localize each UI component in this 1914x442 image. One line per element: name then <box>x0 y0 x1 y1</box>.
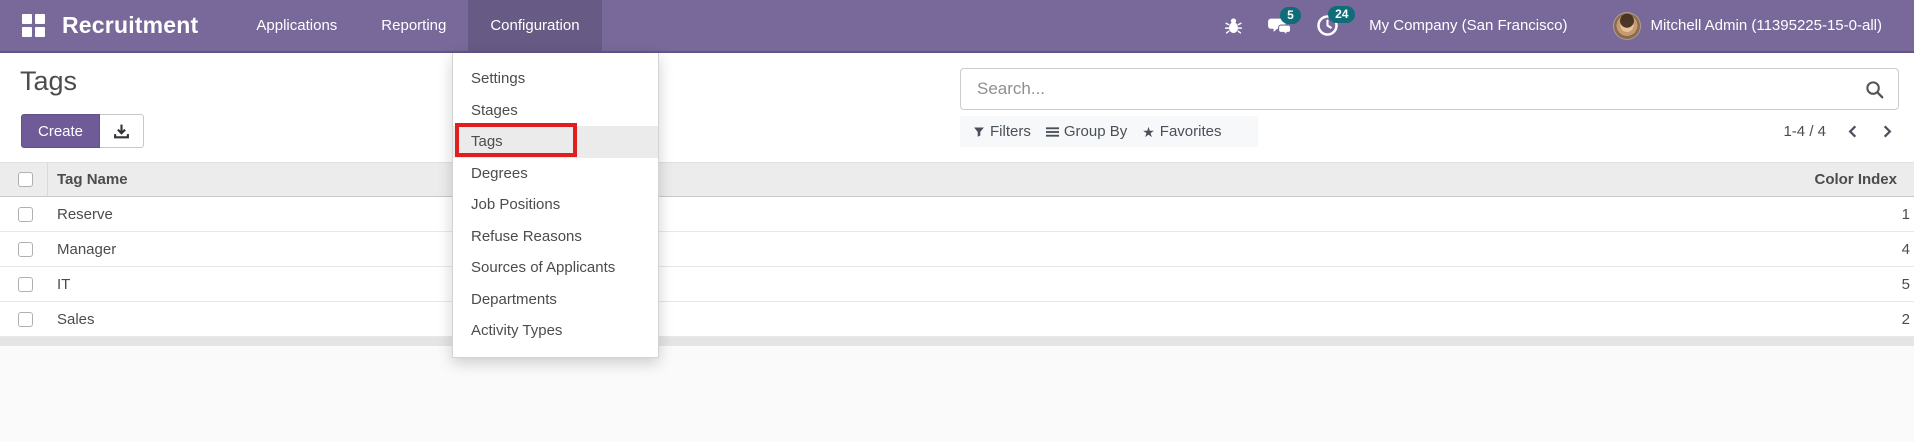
column-header-color-index[interactable]: Color Index <box>1814 171 1914 188</box>
menu-item-activity-types[interactable]: Activity Types <box>453 315 658 347</box>
menu-item-settings[interactable]: Settings <box>453 63 658 95</box>
company-switcher[interactable]: My Company (San Francisco) <box>1369 17 1567 34</box>
row-checkbox[interactable] <box>18 241 33 257</box>
menu-item-stages[interactable]: Stages <box>453 95 658 127</box>
top-navbar: Recruitment Applications Reporting Configu… <box>0 0 1914 53</box>
nav-item-reporting[interactable]: Reporting <box>359 0 468 51</box>
row-checkbox-cell <box>0 302 48 336</box>
list-end-strip <box>0 337 1914 346</box>
action-buttons: Create <box>21 114 145 148</box>
row-checkbox[interactable] <box>18 311 33 327</box>
user-menu[interactable]: Mitchell Admin (11395225-15-0-all) <box>1650 17 1882 34</box>
configuration-dropdown-menu: Settings Stages Tags Degrees Job Positions Re… <box>452 53 659 358</box>
select-all-checkbox[interactable] <box>18 172 33 187</box>
color-index-cell: 2 <box>1901 310 1910 328</box>
search-input[interactable] <box>975 78 1865 100</box>
list-header-row: Tag Name Color Index <box>0 162 1914 197</box>
messages-icon[interactable]: 5 <box>1268 6 1301 37</box>
tag-name-cell: Sales <box>57 310 95 328</box>
tag-name-cell: Manager <box>57 240 117 258</box>
systray: 5 24 My Company (San Francisco) Mitchell… <box>1199 0 1882 51</box>
row-checkbox-cell <box>0 232 48 266</box>
table-row-sales[interactable]: Sales 2 <box>0 302 1914 337</box>
pager-range: 1-4 / 4 <box>1783 123 1826 140</box>
nav-item-applications[interactable]: Applications <box>234 0 359 51</box>
menu-item-refuse-reasons[interactable]: Refuse Reasons <box>453 221 658 253</box>
table-row-manager[interactable]: Manager 4 <box>0 232 1914 267</box>
menu-item-sources-of-applicants[interactable]: Sources of Applicants <box>453 252 658 284</box>
color-index-cell: 4 <box>1901 240 1910 258</box>
row-checkbox[interactable] <box>18 276 33 292</box>
table-row-it[interactable]: IT 5 <box>0 267 1914 302</box>
pager-next-icon[interactable] <box>1879 122 1896 141</box>
export-button[interactable] <box>100 114 145 148</box>
favorites-button[interactable]: ★ Favorites <box>1142 123 1221 140</box>
navbar-menus: Applications Reporting Configuration <box>234 0 602 51</box>
color-index-cell: 5 <box>1901 275 1910 293</box>
page-background <box>0 346 1914 442</box>
header-checkbox-cell <box>0 163 48 196</box>
color-index-cell: 1 <box>1901 205 1910 223</box>
tag-name-cell: Reserve <box>57 205 113 223</box>
filter-funnel-icon <box>974 127 984 137</box>
filters-button[interactable]: Filters <box>973 123 1031 140</box>
messages-badge: 5 <box>1280 6 1301 24</box>
debug-bug-icon[interactable] <box>1223 15 1244 36</box>
tags-list-view: Tag Name Color Index Reserve 1 Manager 4 IT 5… <box>0 162 1914 337</box>
list-body: Reserve 1 Manager 4 IT 5 Sales 2 <box>0 197 1914 337</box>
tag-name-cell: IT <box>57 275 71 293</box>
search-icon[interactable] <box>1865 80 1884 99</box>
activity-badge: 24 <box>1328 6 1356 23</box>
create-button[interactable]: Create <box>21 114 101 148</box>
row-checkbox-cell <box>0 197 48 231</box>
menu-item-tags[interactable]: Tags <box>453 126 658 158</box>
search-bar <box>960 68 1899 110</box>
group-by-icon <box>1045 126 1059 137</box>
group-by-button[interactable]: Group By <box>1045 123 1127 140</box>
nav-item-configuration[interactable]: Configuration <box>468 0 602 51</box>
row-checkbox[interactable] <box>18 206 33 222</box>
pager: 1-4 / 4 <box>1783 116 1896 147</box>
page-title: Tags <box>20 66 78 96</box>
app-brand[interactable]: Recruitment <box>62 12 198 39</box>
row-checkbox-cell <box>0 267 48 301</box>
table-row-reserve[interactable]: Reserve 1 <box>0 197 1914 232</box>
menu-item-departments[interactable]: Departments <box>453 284 658 316</box>
download-icon <box>114 124 129 138</box>
menu-item-degrees[interactable]: Degrees <box>453 158 658 190</box>
pager-previous-icon[interactable] <box>1844 122 1861 141</box>
activity-clock-icon[interactable]: 24 <box>1316 6 1356 37</box>
column-header-tag-name[interactable]: Tag Name <box>48 171 128 188</box>
user-avatar[interactable] <box>1613 11 1642 40</box>
search-options-bar: Filters Group By ★ Favorites <box>960 116 1258 147</box>
star-icon: ★ <box>1142 123 1155 140</box>
menu-item-job-positions[interactable]: Job Positions <box>453 189 658 221</box>
apps-grid-icon[interactable] <box>22 14 45 37</box>
